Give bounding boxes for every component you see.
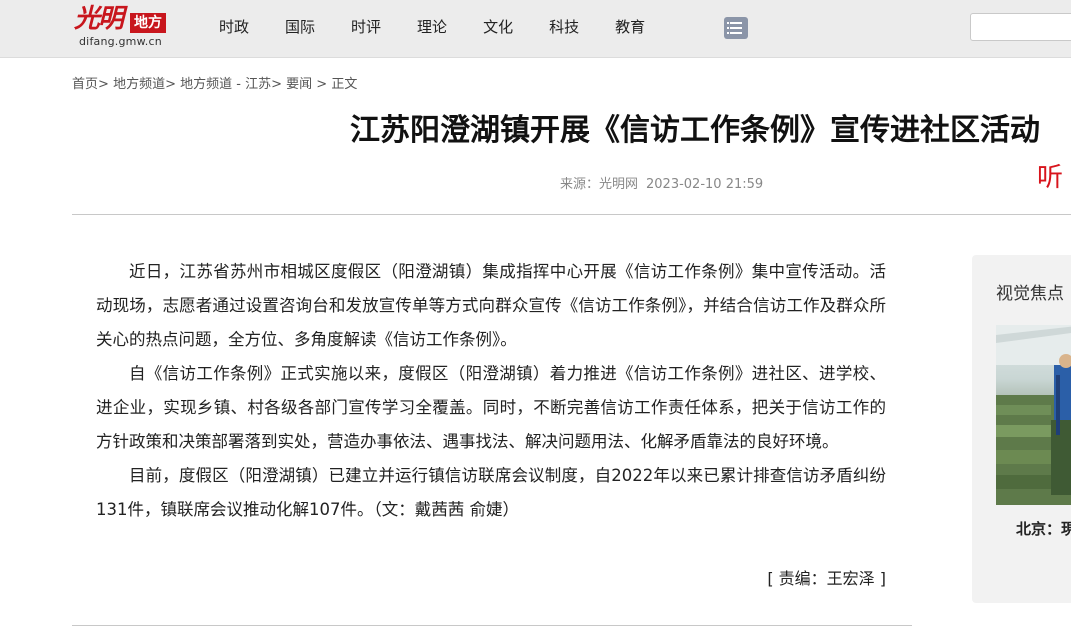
breadcrumb: 首页> 地方频道> 地方频道 - 江苏> 要闻 > 正文 <box>72 73 357 92</box>
nav-item-culture[interactable]: 文化 <box>483 17 513 37</box>
article-paragraph: 自《信访工作条例》正式实施以来，度假区（阳澄湖镇）着力推进《信访工作条例》进社区… <box>96 364 886 451</box>
breadcrumb-jiangsu[interactable]: 地方频道 - 江苏 <box>180 77 271 92</box>
nav-item-education[interactable]: 教育 <box>615 17 645 37</box>
breadcrumb-home[interactable]: 首页 <box>72 77 98 92</box>
breadcrumb-separator: > <box>316 77 328 92</box>
menu-bar <box>730 32 742 34</box>
nav-item-theory[interactable]: 理论 <box>417 17 447 37</box>
search-input[interactable] <box>970 13 1071 41</box>
article-editor: [ 责编：王宏泽 ] <box>767 569 886 588</box>
breadcrumb-headlines[interactable]: 要闻 <box>286 77 312 92</box>
breadcrumb-separator: > <box>165 77 176 92</box>
article-body: 近日，江苏省苏州市相城区度假区（阳澄湖镇）集成指挥中心开展《信访工作条例》集中宣… <box>96 255 886 527</box>
nav-item-international[interactable]: 国际 <box>285 17 315 37</box>
menu-dot <box>727 27 729 29</box>
article-source: 来源：光明网 <box>560 177 639 192</box>
listen-button[interactable]: 听 <box>1037 160 1063 196</box>
sidebar-title: 视觉焦点 <box>996 284 1064 304</box>
top-navigation-bar: 光明 地方 difang.gmw.cn 时政 国际 时评 理论 文化 科技 教育 <box>0 0 1071 58</box>
menu-dot <box>727 22 729 24</box>
logo-script-text: 光明 <box>74 4 124 34</box>
article-bottom-divider <box>72 625 912 626</box>
nav-item-politics[interactable]: 时政 <box>219 17 249 37</box>
article-paragraph: 近日，江苏省苏州市相城区度假区（阳澄湖镇）集成指挥中心开展《信访工作条例》集中宣… <box>96 262 886 349</box>
site-logo[interactable]: 光明 地方 difang.gmw.cn <box>74 4 184 50</box>
logo-url-text: difang.gmw.cn <box>79 35 162 48</box>
main-nav: 时政 国际 时评 理论 文化 科技 教育 <box>219 17 681 37</box>
breadcrumb-current: 正文 <box>331 77 358 92</box>
article-title: 江苏阳澄湖镇开展《信访工作条例》宣传进社区活动 <box>350 113 1040 148</box>
greenhouse-photo-illustration <box>996 325 1071 505</box>
logo-badge: 地方 <box>130 13 166 33</box>
article-meta: 来源：光明网 2023-02-10 21:59 <box>560 173 763 192</box>
breadcrumb-separator: > <box>98 77 109 92</box>
menu-bar <box>730 22 742 24</box>
menu-bar <box>730 27 742 29</box>
article-paragraph: 目前，度假区（阳澄湖镇）已建立并运行镇信访联席会议制度，自2022年以来已累计排… <box>96 466 886 519</box>
nav-item-commentary[interactable]: 时评 <box>351 17 381 37</box>
breadcrumb-local-channel[interactable]: 地方频道 <box>113 77 165 92</box>
menu-dot <box>727 32 729 34</box>
nav-item-technology[interactable]: 科技 <box>549 17 579 37</box>
breadcrumb-separator: > <box>271 77 282 92</box>
title-divider <box>72 214 1071 215</box>
article-datetime: 2023-02-10 21:59 <box>646 177 764 192</box>
sidebar-photo-caption[interactable]: 北京：現 <box>1016 518 1071 539</box>
visual-focus-panel: 视觉焦点 北京：現 <box>972 255 1071 603</box>
sidebar-photo[interactable] <box>996 325 1071 505</box>
list-menu-icon[interactable] <box>724 17 748 39</box>
